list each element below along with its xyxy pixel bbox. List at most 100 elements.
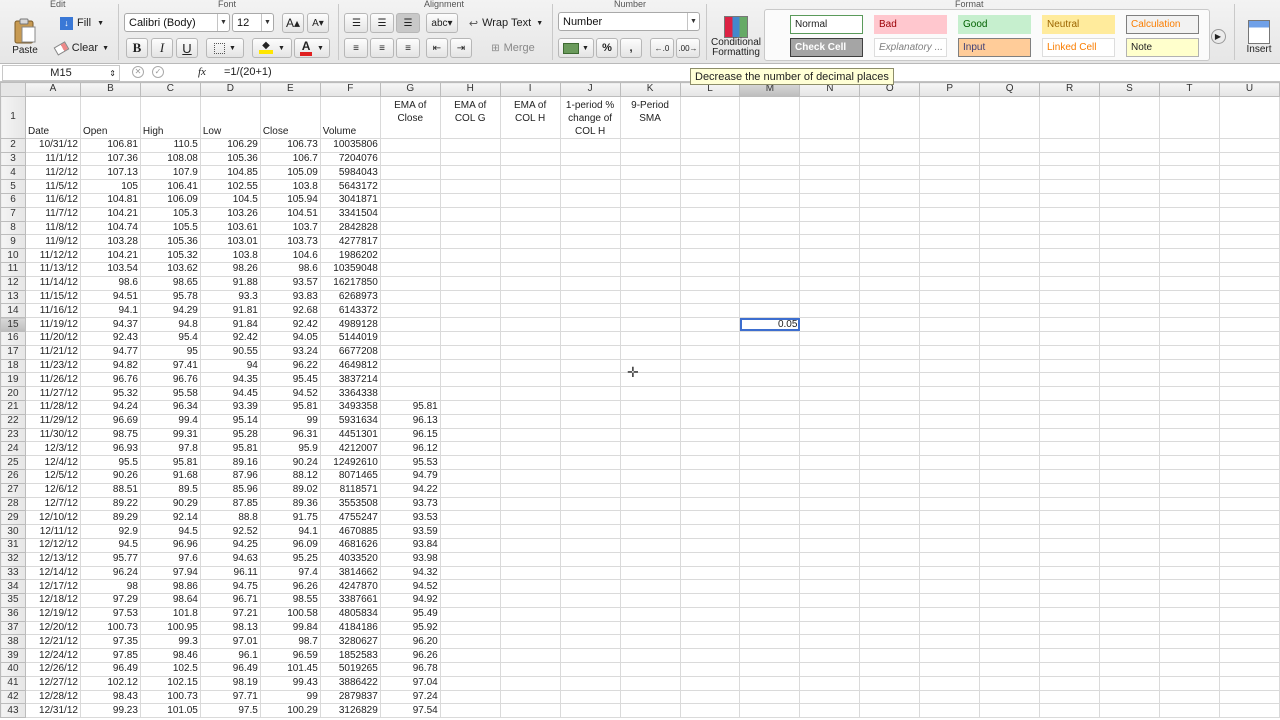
cell[interactable]: 98.65 [139, 275, 201, 291]
cell[interactable]: 91.81 [199, 303, 261, 319]
cell[interactable]: 12/31/12 [24, 703, 81, 719]
cell[interactable]: 5019265 [319, 662, 381, 677]
cell[interactable] [979, 427, 1041, 443]
cell[interactable]: 95.58 [139, 386, 201, 401]
cell[interactable]: 93.24 [259, 344, 321, 360]
cell[interactable] [1158, 344, 1220, 360]
cell[interactable] [1218, 137, 1280, 153]
cell[interactable] [919, 648, 981, 664]
cell[interactable] [679, 275, 741, 291]
cell[interactable]: 99.43 [259, 675, 321, 691]
cell[interactable]: 90.55 [199, 344, 261, 360]
cell[interactable] [559, 551, 621, 567]
cell[interactable] [1218, 151, 1280, 167]
cell[interactable] [859, 593, 921, 608]
cell[interactable] [979, 151, 1041, 167]
cell[interactable] [1099, 455, 1160, 470]
cell[interactable] [439, 689, 501, 705]
cell[interactable] [1218, 248, 1280, 263]
cell[interactable] [559, 372, 621, 388]
cell[interactable] [379, 330, 441, 346]
cell[interactable] [979, 482, 1041, 498]
cell[interactable] [1218, 220, 1280, 236]
cell[interactable] [619, 648, 681, 664]
row-header[interactable]: 21 [0, 399, 26, 415]
row-header[interactable]: 26 [0, 468, 26, 484]
cell[interactable] [739, 648, 801, 664]
cell[interactable] [439, 510, 501, 526]
cell[interactable] [799, 551, 861, 567]
cell[interactable] [979, 593, 1041, 608]
cell[interactable] [859, 648, 921, 664]
cell[interactable] [439, 220, 501, 236]
cell[interactable] [919, 317, 981, 332]
cell[interactable]: 2879837 [319, 689, 381, 705]
wrap-text-button[interactable]: ↩ Wrap Text ▼ [464, 13, 548, 33]
cell[interactable]: 107.9 [139, 165, 201, 181]
cell[interactable] [799, 689, 861, 705]
cell[interactable]: 98.26 [199, 261, 261, 277]
column-header-a[interactable]: A [24, 82, 81, 97]
cell[interactable] [739, 303, 801, 319]
cell[interactable] [619, 179, 681, 194]
cell[interactable] [919, 496, 981, 512]
cell[interactable]: 104.5 [199, 192, 261, 208]
cell[interactable] [859, 165, 921, 181]
cell[interactable] [679, 537, 741, 553]
cell[interactable] [559, 344, 621, 360]
cell[interactable] [799, 510, 861, 526]
cell[interactable]: 94.51 [79, 289, 141, 305]
paste-button[interactable]: Paste [6, 12, 44, 60]
cell[interactable] [739, 593, 801, 608]
cell[interactable] [919, 689, 981, 705]
header-cell-s[interactable] [1099, 95, 1160, 139]
cell[interactable]: 96.15 [379, 427, 441, 443]
cell[interactable]: 11/6/12 [24, 192, 81, 208]
cell[interactable] [1099, 524, 1160, 539]
cell[interactable] [559, 496, 621, 512]
cell[interactable]: 99.84 [259, 620, 321, 636]
cell[interactable] [859, 482, 921, 498]
cell[interactable] [1039, 206, 1101, 222]
cell[interactable] [1158, 427, 1220, 443]
cell[interactable]: 96.78 [379, 662, 441, 677]
cell[interactable] [859, 413, 921, 429]
cell[interactable] [619, 192, 681, 208]
comma-style-button[interactable]: , [620, 38, 642, 58]
cell[interactable] [499, 524, 561, 539]
cell[interactable]: 11/2/12 [24, 165, 81, 181]
cell[interactable] [1218, 689, 1280, 705]
cancel-entry-icon[interactable]: ✕ [132, 66, 144, 78]
column-header-j[interactable]: J [559, 82, 621, 97]
cell[interactable] [679, 606, 741, 622]
cell[interactable] [1099, 620, 1160, 636]
cell[interactable] [859, 441, 921, 457]
cell[interactable] [979, 703, 1041, 719]
cell[interactable]: 98.64 [139, 593, 201, 608]
cell[interactable] [439, 524, 501, 539]
cell[interactable] [1158, 234, 1220, 250]
cell[interactable]: 105.32 [139, 248, 201, 263]
row-header[interactable]: 19 [0, 372, 26, 388]
cell[interactable] [1039, 372, 1101, 388]
cell[interactable] [679, 620, 741, 636]
cell[interactable] [499, 358, 561, 374]
cell[interactable]: 11/9/12 [24, 234, 81, 250]
cell[interactable] [379, 372, 441, 388]
cell[interactable] [679, 372, 741, 388]
cell[interactable] [379, 386, 441, 401]
cell[interactable] [499, 386, 561, 401]
cell[interactable] [799, 648, 861, 664]
cell[interactable]: 106.29 [199, 137, 261, 153]
cell[interactable]: 92.68 [259, 303, 321, 319]
borders-button[interactable]: ▼ [206, 38, 244, 58]
cell[interactable] [559, 441, 621, 457]
cell[interactable] [1158, 137, 1220, 153]
cell[interactable] [739, 206, 801, 222]
cell[interactable] [679, 303, 741, 319]
cell[interactable] [739, 620, 801, 636]
cell[interactable] [439, 399, 501, 415]
cell[interactable] [1218, 275, 1280, 291]
row-header[interactable]: 36 [0, 606, 26, 622]
cell[interactable]: 12/18/12 [24, 593, 81, 608]
